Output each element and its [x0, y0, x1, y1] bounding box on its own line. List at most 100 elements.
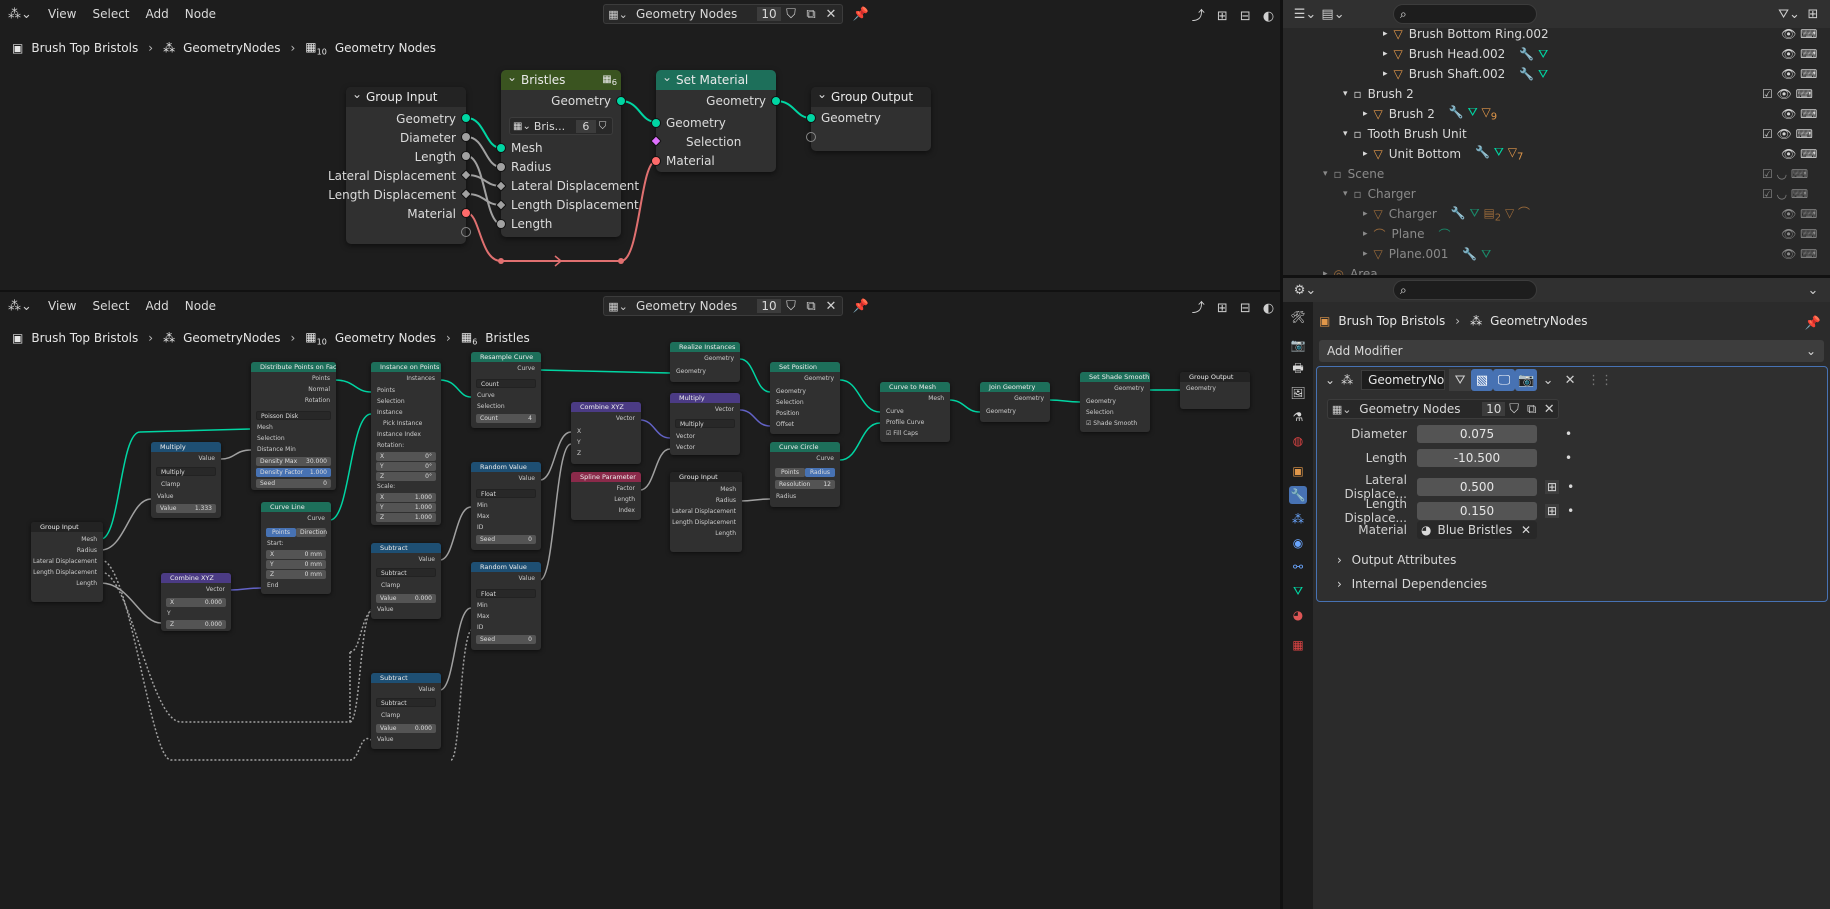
- node-group-input-2[interactable]: Group Input Mesh Radius Lateral Displace…: [670, 472, 742, 552]
- node-curve-circle[interactable]: Curve Circle Curve Points Radius Resolut…: [770, 442, 840, 507]
- seed-field[interactable]: Seed 0: [256, 479, 331, 488]
- visibility-toggle-icons[interactable]: 👁 ⌨: [1762, 144, 1822, 164]
- lateral-field[interactable]: 0.500: [1417, 478, 1537, 496]
- node-header[interactable]: Group Input: [31, 522, 103, 532]
- rot-y[interactable]: Y 0°: [376, 462, 436, 471]
- node-header[interactable]: Distribute Points on Faces: [251, 362, 336, 372]
- outliner-row[interactable]: ▾ ▫ Scene: [1283, 164, 1830, 184]
- clamp-checkbox[interactable]: Clamp: [381, 582, 400, 589]
- outliner-row[interactable]: ▸ ◎ Area: [1283, 264, 1830, 275]
- socket-geometry-out[interactable]: [616, 96, 626, 106]
- type-dropdown[interactable]: Float: [476, 489, 536, 498]
- outliner-search[interactable]: ⌕: [1393, 4, 1537, 24]
- keyframe-dot-icon[interactable]: •: [1565, 427, 1572, 441]
- socket-diameter[interactable]: [461, 132, 471, 142]
- start-z[interactable]: Z0 mm: [266, 570, 326, 579]
- socket-virtual[interactable]: [461, 227, 471, 237]
- remove-modifier-icon[interactable]: ✕: [1559, 369, 1581, 391]
- expand-icon[interactable]: ▾: [1343, 89, 1348, 99]
- density-factor-field[interactable]: Density Factor 1.000: [256, 468, 331, 477]
- constraints-tab-icon[interactable]: ⚯: [1289, 558, 1307, 576]
- modifier-header[interactable]: ⌄ ⁂ GeometryNo... ⛛ ▧ 🖵 📷 ⌄ ✕ ⋮⋮: [1317, 367, 1827, 393]
- node-resample-curve[interactable]: Resample Curve Curve Count Curve Selecti…: [471, 352, 541, 428]
- node-group-input[interactable]: Group Input Mesh Radius Lateral Displace…: [31, 522, 103, 602]
- outliner-row[interactable]: ▸ ▽ Plane.001 🔧 ⛛: [1283, 244, 1830, 264]
- properties-search[interactable]: ⌕: [1393, 280, 1537, 300]
- node-header[interactable]: Resample Curve: [471, 352, 541, 362]
- filter-icon[interactable]: ⛛⌄: [1778, 3, 1800, 25]
- outliner-row[interactable]: ▾ ▫ Tooth Brush Unit: [1283, 124, 1830, 144]
- outliner-row[interactable]: ▾ ▫ Charger: [1283, 184, 1830, 204]
- node-curve-to-mesh[interactable]: Curve to Mesh Mesh Curve Profile Curve ☑…: [880, 382, 950, 442]
- visibility-toggle-icons[interactable]: 👁 ⌨: [1762, 224, 1822, 244]
- socket-geometry-in[interactable]: [806, 113, 816, 123]
- outliner-row[interactable]: ▸ ⌒ Plane ⌒: [1283, 224, 1830, 244]
- node-random-value[interactable]: Random Value Value Float Min Max ID Seed…: [471, 462, 541, 550]
- texture-tab-icon[interactable]: ▦: [1289, 636, 1307, 654]
- value-field[interactable]: Value 0.000: [376, 594, 436, 603]
- node-curve-line[interactable]: Curve Line Curve Points Direction Start:…: [261, 502, 331, 594]
- node-header[interactable]: Combine XYZ: [571, 402, 641, 412]
- rot-x[interactable]: X 0°: [376, 452, 436, 461]
- node-realize-instances[interactable]: Realize Instances Geometry Geometry: [670, 342, 740, 382]
- mode-points[interactable]: Points: [266, 528, 296, 537]
- output-tab-icon[interactable]: 🖶: [1289, 360, 1307, 378]
- expand-icon[interactable]: ▾: [1323, 169, 1328, 179]
- material-tab-icon[interactable]: ◕: [1289, 606, 1307, 624]
- node-header[interactable]: Bristles ▦6: [501, 67, 621, 90]
- scale-x[interactable]: X 1.000: [376, 493, 436, 502]
- cage-toggle-icon[interactable]: ▧: [1471, 369, 1494, 391]
- node-set-position[interactable]: Set Position Geometry Geometry Selection…: [770, 362, 840, 434]
- modifier-panel[interactable]: ⌄ ⁂ GeometryNo... ⛛ ▧ 🖵 📷 ⌄ ✕ ⋮⋮ ▦⌄ Geom…: [1316, 366, 1828, 602]
- rot-z[interactable]: Z 0°: [376, 472, 436, 481]
- node-header[interactable]: Realize Instances: [670, 342, 740, 352]
- nodegroup-datablock[interactable]: ▦⌄ Bris... 6 ⛉: [509, 117, 613, 135]
- properties-editor[interactable]: ⚙⌄ ⌕ ⌄ 🛠 📷 🖶 🖼 ⚗ ◍ ▣ 🔧 ⁂ ◉ ⚯ ⛛ ◕ ▦ ▣ Bru…: [1283, 278, 1830, 909]
- visibility-toggle-icons[interactable]: ☑ ◡ ⌨: [1762, 164, 1822, 184]
- keyframe-dot-icon[interactable]: •: [1567, 480, 1574, 494]
- modifier-dropdown-icon[interactable]: ⌄: [1537, 369, 1559, 391]
- socket-geometry-in[interactable]: [651, 118, 661, 128]
- outliner-row[interactable]: ▸ ▽ Unit Bottom 🔧 ⛛ ▽7: [1283, 144, 1830, 164]
- node-header[interactable]: Group Input: [670, 472, 742, 482]
- node-header[interactable]: Multiply: [670, 393, 740, 403]
- visibility-toggle-icons[interactable]: ☑ 👁 ⌨: [1762, 84, 1822, 104]
- operation-dropdown[interactable]: Multiply: [156, 467, 216, 476]
- editor-type-icon[interactable]: ⚙⌄: [1291, 279, 1319, 301]
- mode-dropdown[interactable]: Count: [476, 379, 536, 388]
- clamp-checkbox[interactable]: Clamp: [161, 481, 180, 488]
- node-header[interactable]: Set Material: [656, 67, 776, 90]
- nodegroup-name[interactable]: Geometry Nodes: [1355, 402, 1482, 416]
- output-attributes-panel[interactable]: › Output Attributes: [1337, 553, 1456, 567]
- physics-tab-icon[interactable]: ◉: [1289, 534, 1307, 552]
- node-combine-xyz-2[interactable]: Combine XYZ Vector X Y Z: [571, 402, 641, 464]
- shade-smooth-checkbox[interactable]: ☑ Shade Smooth: [1086, 420, 1137, 427]
- nodetree-icon[interactable]: ▦⌄: [510, 121, 534, 132]
- start-x[interactable]: X0 mm: [266, 550, 326, 559]
- scene-tab-icon[interactable]: ⚗: [1289, 408, 1307, 426]
- node-group-output[interactable]: Group Output Geometry: [1180, 372, 1250, 409]
- node-header[interactable]: Group Input: [346, 84, 466, 107]
- node-header[interactable]: Subtract: [371, 673, 441, 683]
- visibility-toggle-icons[interactable]: ☑ ◡ ⌨: [1762, 184, 1822, 204]
- length-disp-field[interactable]: 0.150: [1417, 502, 1537, 520]
- visibility-toggle-icons[interactable]: 👁 ⌨: [1762, 244, 1822, 264]
- mode-radius[interactable]: Radius: [805, 468, 835, 477]
- collapse-icon[interactable]: ⌄: [1325, 373, 1335, 387]
- fake-user-icon[interactable]: ⛉: [596, 121, 607, 132]
- render-tab-icon[interactable]: 📷: [1289, 336, 1307, 354]
- datablock-name[interactable]: Bris...: [534, 120, 576, 133]
- expand-icon[interactable]: ▸: [1383, 49, 1388, 59]
- tool-tab-icon[interactable]: 🛠: [1289, 308, 1307, 326]
- value-field[interactable]: Value 1.333: [156, 504, 216, 513]
- node-header[interactable]: Spline Parameter: [571, 472, 641, 482]
- socket-material[interactable]: [461, 208, 471, 218]
- outliner[interactable]: ☰⌄ ▤⌄ ⌕ ⛛⌄ ⊞ ▸ ▽ Brush Bottom Ring.002 ▸…: [1283, 0, 1830, 275]
- drag-handle-icon[interactable]: ⋮⋮: [1587, 369, 1613, 391]
- node-group-output[interactable]: Group Output Geometry: [806, 84, 931, 151]
- node-header[interactable]: Multiply: [151, 442, 221, 452]
- edit-mode-toggle-icon[interactable]: ⛛: [1449, 369, 1472, 391]
- outliner-row[interactable]: ▾ ▫ Brush 2: [1283, 84, 1830, 104]
- outliner-row[interactable]: ▸ ▽ Brush 2 🔧 ⛛ ▽9: [1283, 104, 1830, 124]
- mode-points[interactable]: Points: [775, 468, 805, 477]
